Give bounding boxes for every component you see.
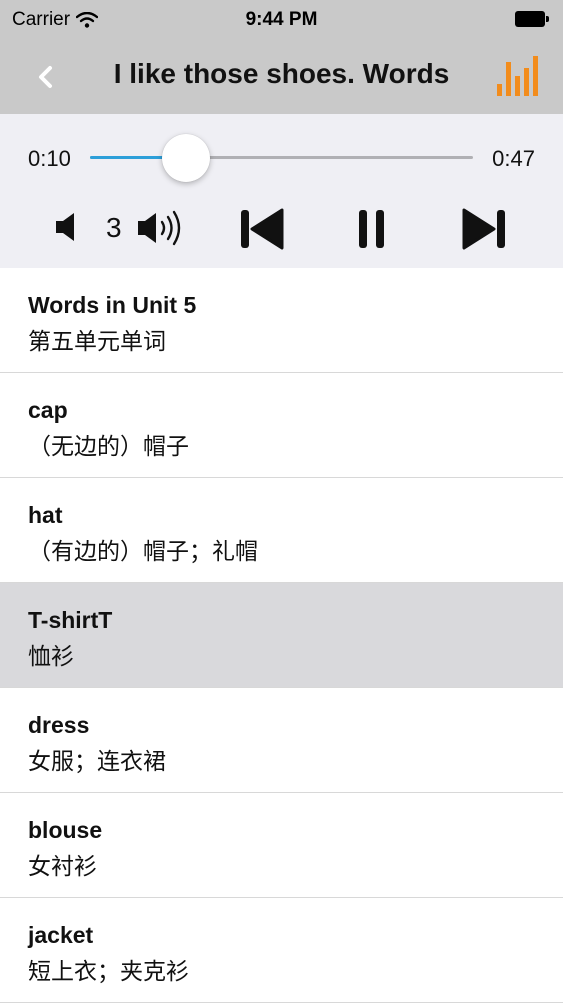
clock: 9:44 PM [245,9,318,30]
total-time: 0:47 [492,146,535,171]
word-english: Words in Unit 5 [28,292,197,318]
volume-up-button[interactable] [136,207,192,254]
current-time: 0:10 [28,146,71,171]
back-button[interactable] [30,60,64,94]
speaker-low-icon [56,213,74,241]
word-item[interactable]: jacket 短上衣；夹克衫 [0,898,563,1003]
word-english: blouse [28,817,103,843]
word-item[interactable]: hat （有边的）帽子；礼帽 [0,478,563,583]
word-english: jacket [28,922,94,948]
audio-player: 0:10 0:47 3 [0,114,563,268]
skip-next-icon [462,208,505,250]
word-chinese: 短上衣；夹克衫 [28,959,189,985]
battery-icon [515,11,549,27]
word-english: T-shirtT [28,607,113,633]
word-item[interactable]: T-shirtT 恤衫 [0,583,563,688]
word-english: hat [28,502,63,528]
word-chinese: （有边的）帽子；礼帽 [28,539,258,565]
word-chinese: 女服；连衣裙 [28,749,166,775]
skip-previous-icon [241,208,284,250]
previous-button[interactable] [238,206,286,257]
word-chinese: 女衬衫 [28,854,97,880]
bar-chart-icon [497,56,538,96]
chevron-left-icon [39,66,52,88]
word-chinese: 恤衫 [28,644,74,670]
word-english: dress [28,712,90,738]
equalizer-button[interactable] [493,54,539,98]
speaker-high-icon [138,210,181,246]
next-button[interactable] [460,206,508,257]
navigation-bar: I like those shoes. Words [0,40,563,114]
word-list: Words in Unit 5 第五单元单词 cap （无边的）帽子 hat （… [0,268,563,1003]
status-bar: Carrier 9:44 PM [0,0,563,40]
word-english: cap [28,397,68,423]
word-item[interactable]: dress 女服；连衣裙 [0,688,563,793]
pause-button[interactable] [355,206,389,257]
page-title: I like those shoes. Words [113,58,450,89]
volume-down-button[interactable] [52,210,82,249]
word-item[interactable]: blouse 女衬衫 [0,793,563,898]
word-item[interactable]: cap （无边的）帽子 [0,373,563,478]
progress-thumb[interactable] [161,134,210,182]
volume-level: 3 [106,212,122,243]
word-chinese: （无边的）帽子 [28,434,189,460]
word-chinese: 第五单元单词 [28,329,166,355]
word-item[interactable]: Words in Unit 5 第五单元单词 [0,268,563,373]
progress-slider[interactable] [90,134,473,182]
pause-icon [359,210,384,248]
